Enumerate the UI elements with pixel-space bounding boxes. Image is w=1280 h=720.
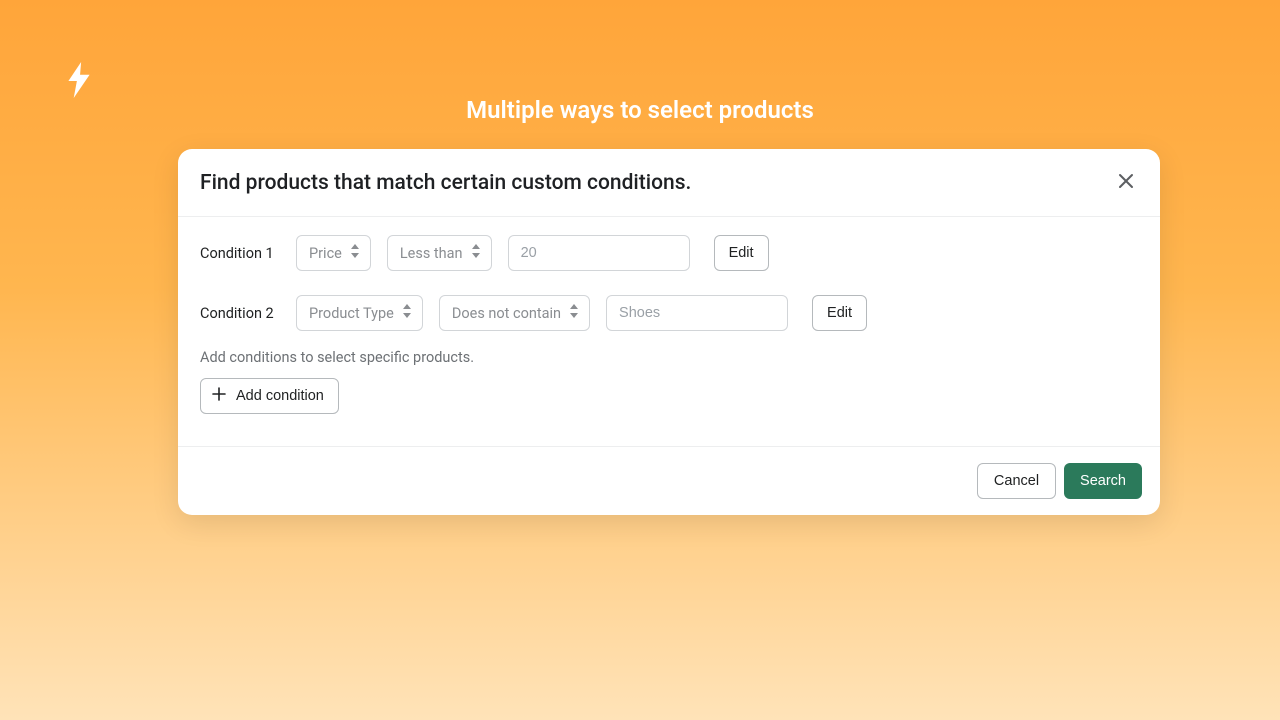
condition-label: Condition 2 [200, 305, 280, 322]
select-sort-icon [402, 304, 412, 322]
close-icon [1116, 179, 1136, 194]
condition-label: Condition 1 [200, 245, 280, 262]
condition-row: Condition 1 Price Less than Edit [200, 235, 1138, 271]
operator-select-value: Does not contain [452, 305, 561, 322]
field-select-value: Price [309, 245, 342, 262]
select-sort-icon [569, 304, 579, 322]
operator-select[interactable]: Does not contain [439, 295, 590, 331]
add-condition-button[interactable]: Add condition [200, 378, 339, 414]
condition-row: Condition 2 Product Type Does not contai… [200, 295, 1138, 331]
field-select[interactable]: Product Type [296, 295, 423, 331]
conditions-modal: Find products that match certain custom … [178, 149, 1160, 515]
select-sort-icon [471, 244, 481, 262]
modal-footer: Cancel Search [178, 446, 1160, 515]
close-button[interactable] [1112, 167, 1140, 198]
edit-button[interactable]: Edit [812, 295, 867, 331]
modal-header: Find products that match certain custom … [178, 149, 1160, 217]
modal-title: Find products that match certain custom … [200, 171, 691, 195]
search-button[interactable]: Search [1064, 463, 1142, 499]
value-input[interactable] [508, 235, 690, 271]
edit-button[interactable]: Edit [714, 235, 769, 271]
page-title: Multiple ways to select products [0, 96, 1280, 124]
operator-select[interactable]: Less than [387, 235, 492, 271]
field-select[interactable]: Price [296, 235, 371, 271]
select-sort-icon [350, 244, 360, 262]
field-select-value: Product Type [309, 305, 394, 322]
add-condition-label: Add condition [236, 388, 324, 404]
value-input[interactable] [606, 295, 788, 331]
operator-select-value: Less than [400, 245, 463, 262]
plus-icon [211, 386, 227, 406]
modal-body: Condition 1 Price Less than Edit [178, 217, 1160, 446]
cancel-button[interactable]: Cancel [977, 463, 1056, 499]
helper-text: Add conditions to select specific produc… [200, 349, 1138, 366]
